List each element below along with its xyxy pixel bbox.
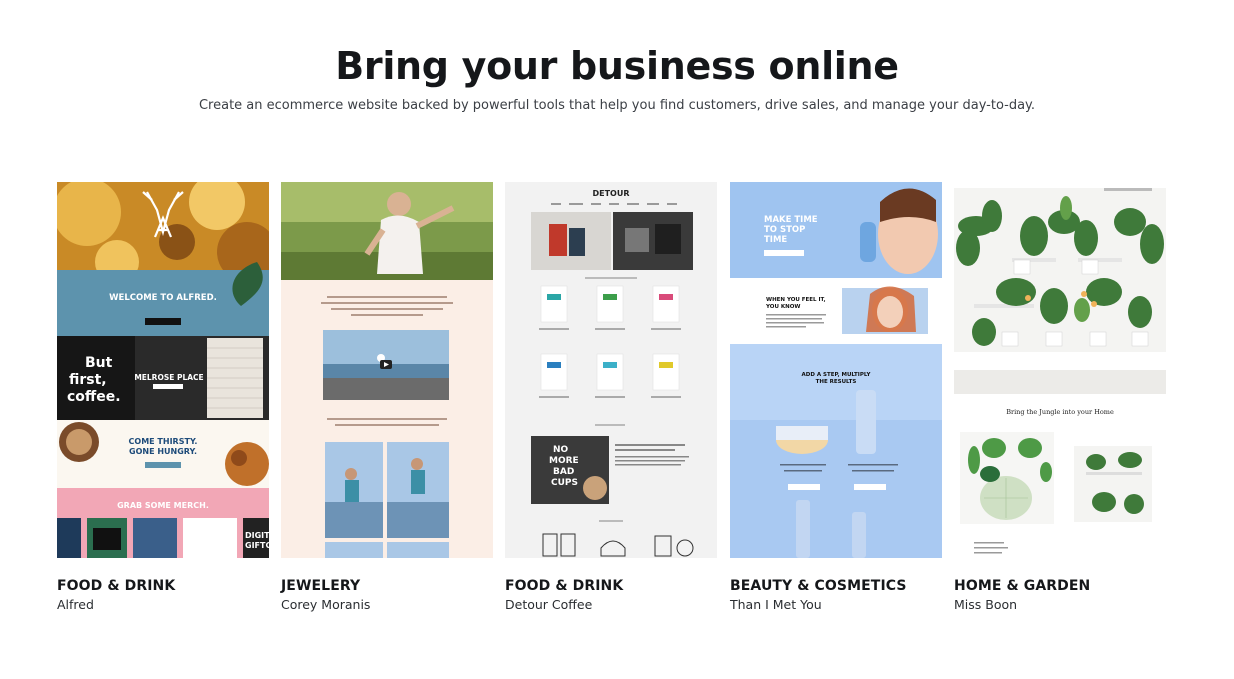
page-title: Bring your business online [335, 44, 899, 88]
alfred-welcome-text: WELCOME TO ALFRED. [109, 293, 217, 303]
play-icon [380, 360, 392, 369]
template-category: BEAUTY & COSMETICS [730, 578, 907, 594]
alfred-sign-line1: But [85, 355, 113, 371]
detour-cups-line1: NO [553, 445, 569, 455]
template-preview-corey-moranis[interactable] [281, 182, 493, 558]
detour-logo-text: DETOUR [592, 189, 629, 198]
alfred-gift-line1: DIGIT [245, 531, 269, 540]
alfred-thirsty-line2: GONE HUNGRY. [129, 447, 197, 456]
template-store-name[interactable]: Corey Moranis [281, 597, 370, 612]
garden-tagline: Bring the Jungle into your Home [1006, 408, 1114, 416]
alfred-thirsty-line1: COME THIRSTY. [129, 437, 198, 446]
template-category: HOME & GARDEN [954, 578, 1091, 594]
detour-cups-line2: MORE [549, 456, 579, 466]
alfred-gift-line2: GIFTC [245, 541, 269, 550]
alfred-melrose-text: MELROSE PLACE [134, 373, 203, 382]
template-preview-detour-coffee[interactable]: DETOUR NO MORE BAD CUPS [505, 182, 717, 558]
detour-cups-line4: CUPS [551, 478, 578, 488]
template-preview-miss-boon[interactable]: Bring the Jungle into your Home [954, 182, 1166, 558]
beauty-hero-line1: MAKE TIME [764, 215, 818, 225]
template-store-name[interactable]: Than I Met You [730, 597, 822, 612]
template-card-detour-coffee[interactable]: DETOUR NO MORE BAD CUPS FOOD & DRINK Det… [505, 182, 717, 612]
alfred-merch-text: GRAB SOME MERCH. [117, 501, 209, 510]
template-store-name[interactable]: Alfred [57, 597, 94, 612]
beauty-step-line2: THE RESULTS [816, 379, 857, 385]
beauty-hero-line2: TO STOP [764, 225, 805, 235]
template-card-corey-moranis[interactable]: JEWELERY Corey Moranis [281, 182, 493, 612]
beauty-feel-line2: YOU KNOW [765, 304, 800, 310]
template-category: FOOD & DRINK [505, 578, 624, 594]
template-category: FOOD & DRINK [57, 578, 176, 594]
detour-cups-line3: BAD [553, 467, 574, 477]
template-card-than-i-met-you[interactable]: MAKE TIME TO STOP TIME WHEN YOU FEEL IT,… [730, 182, 942, 612]
page-subtitle: Create an ecommerce website backed by po… [198, 98, 1036, 113]
template-preview-than-i-met-you[interactable]: MAKE TIME TO STOP TIME WHEN YOU FEEL IT,… [730, 182, 942, 558]
alfred-sign-line3: coffee. [67, 389, 121, 405]
template-category: JEWELERY [281, 578, 361, 594]
alfred-sign-line2: first, [69, 372, 107, 388]
beauty-step-line1: ADD A STEP, MULTIPLY [802, 372, 872, 378]
template-store-name[interactable]: Miss Boon [954, 597, 1017, 612]
template-card-miss-boon[interactable]: Bring the Jungle into your Home HOME & G… [954, 182, 1166, 612]
beauty-hero-line3: TIME [764, 235, 787, 245]
template-preview-alfred[interactable]: WELCOME TO ALFRED. But first, coffee. ME… [57, 182, 269, 558]
template-card-alfred[interactable]: WELCOME TO ALFRED. But first, coffee. ME… [57, 182, 269, 612]
beauty-feel-line1: WHEN YOU FEEL IT, [766, 297, 826, 303]
template-store-name[interactable]: Detour Coffee [505, 597, 592, 612]
